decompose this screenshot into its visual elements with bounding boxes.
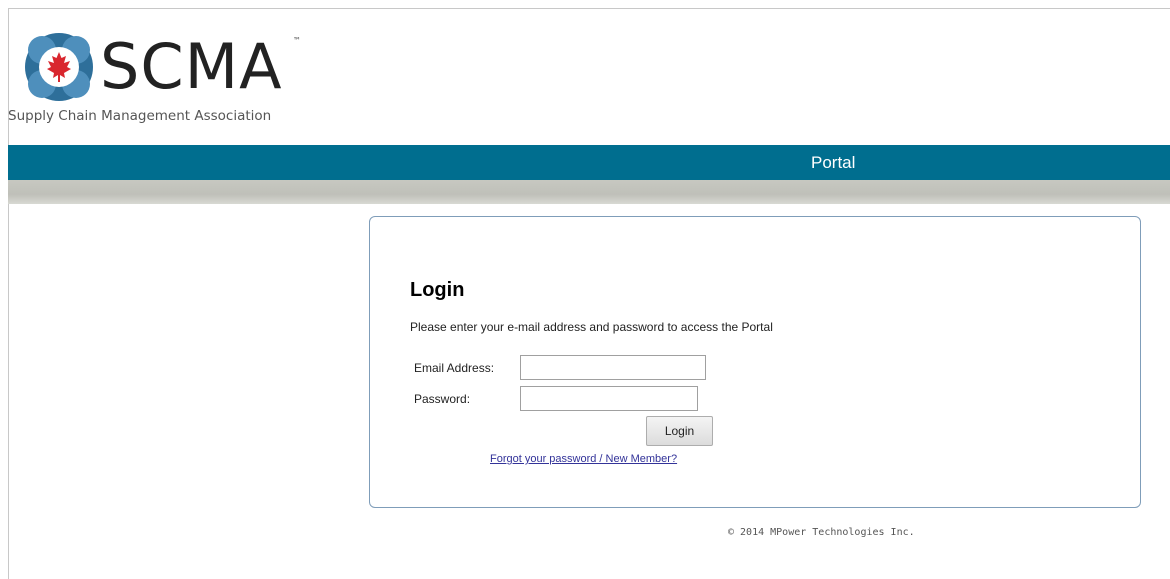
email-field[interactable] — [520, 355, 706, 380]
logo-subtitle: Supply Chain Management Association — [8, 108, 272, 124]
login-heading: Login — [410, 279, 465, 301]
trademark-symbol: ™ — [293, 36, 301, 45]
forgot-password-link[interactable]: Forgot your password / New Member? — [490, 453, 677, 465]
copyright-footer: © 2014 MPower Technologies Inc. — [728, 527, 915, 538]
logo-wordmark: SCMA — [100, 30, 283, 103]
password-label: Password: — [414, 392, 471, 406]
portal-title: Portal — [811, 153, 856, 172]
scma-logo[interactable]: SCMA ™ Supply Chain Management Associati… — [8, 22, 308, 132]
password-field[interactable] — [520, 386, 698, 411]
sub-header-bar — [8, 180, 1170, 204]
login-instruction: Please enter your e-mail address and pas… — [410, 320, 773, 334]
scma-logo-icon — [25, 33, 93, 101]
email-label: Email Address: — [414, 361, 495, 375]
login-panel: Login Please enter your e-mail address a… — [369, 216, 1141, 508]
login-button[interactable]: Login — [646, 416, 713, 446]
portal-nav-bar: Portal — [8, 145, 1170, 180]
